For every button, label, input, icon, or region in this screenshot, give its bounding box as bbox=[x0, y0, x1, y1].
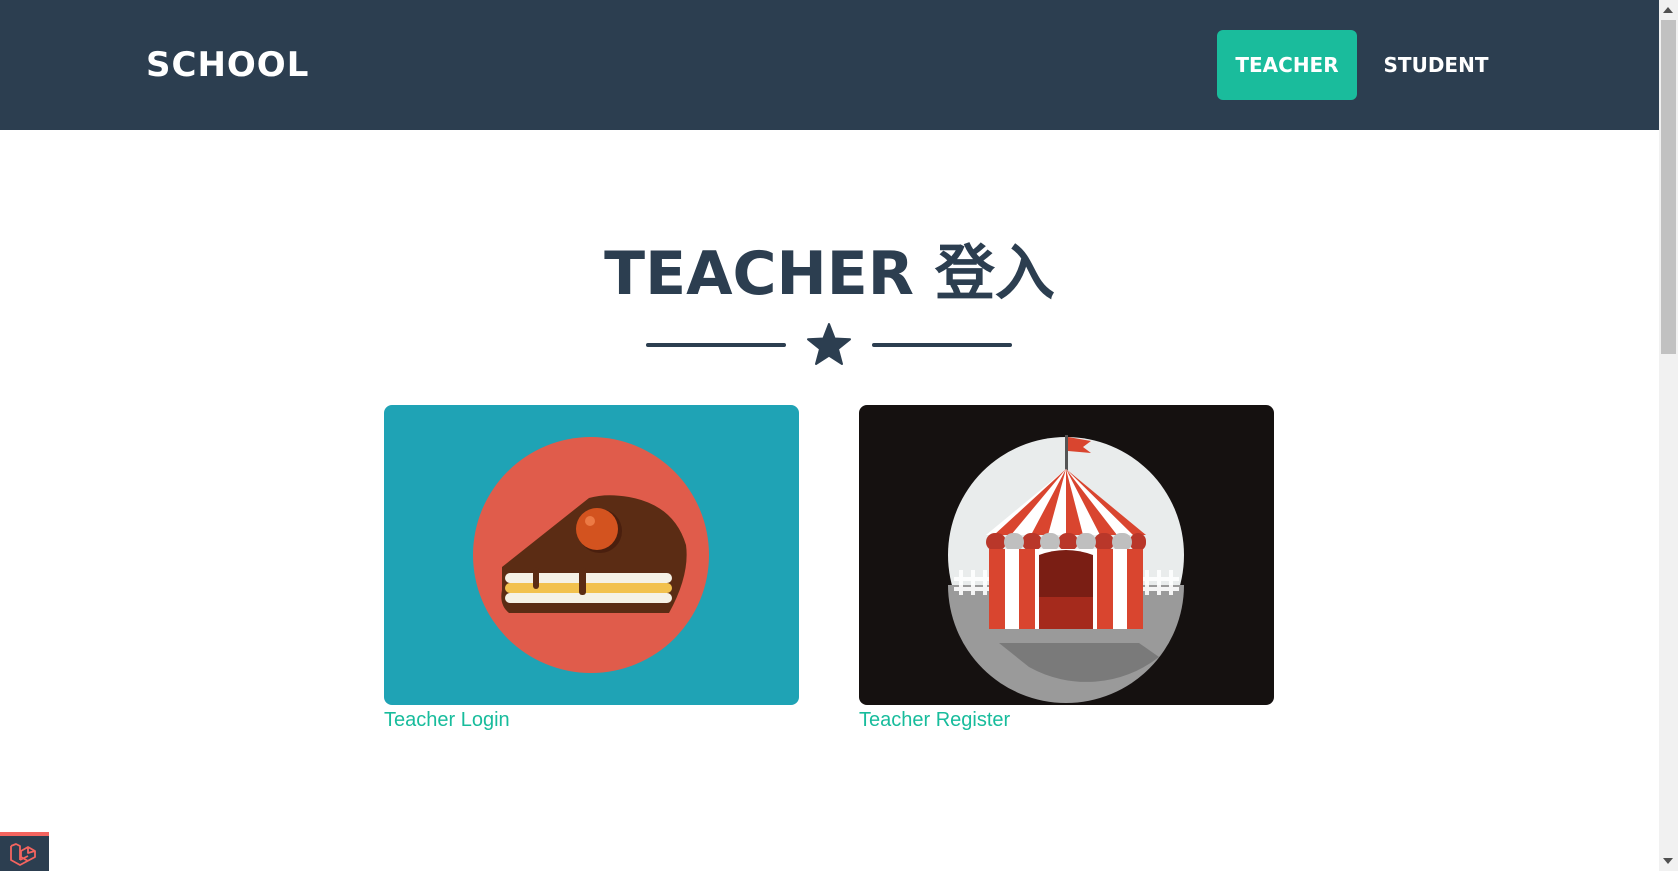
vertical-scrollbar[interactable] bbox=[1659, 0, 1678, 871]
scroll-up-arrow-icon[interactable] bbox=[1663, 7, 1673, 13]
divider-line-right bbox=[872, 343, 1012, 347]
teacher-login-card[interactable] bbox=[384, 405, 799, 705]
teacher-register-link[interactable]: Teacher Register bbox=[859, 709, 1010, 732]
scroll-down-arrow-icon[interactable] bbox=[1663, 858, 1673, 864]
page-title: TEACHER 登入 bbox=[604, 239, 1055, 309]
divider-line-left bbox=[646, 343, 786, 347]
circus-tent-icon bbox=[948, 435, 1184, 703]
teacher-register-card[interactable] bbox=[859, 405, 1274, 705]
cake-slice-icon bbox=[473, 437, 709, 673]
navbar: SCHOOL TEACHER STUDENT bbox=[0, 0, 1659, 130]
brand-logo[interactable]: SCHOOL bbox=[146, 45, 309, 85]
nav-student[interactable]: STUDENT bbox=[1369, 30, 1503, 100]
laravel-logo-icon bbox=[10, 843, 36, 866]
star-icon bbox=[807, 323, 851, 365]
nav-teacher[interactable]: TEACHER bbox=[1217, 30, 1357, 100]
scrollbar-thumb[interactable] bbox=[1661, 20, 1676, 354]
debug-bar-toggle[interactable] bbox=[0, 832, 49, 871]
teacher-login-link[interactable]: Teacher Login bbox=[384, 709, 510, 732]
